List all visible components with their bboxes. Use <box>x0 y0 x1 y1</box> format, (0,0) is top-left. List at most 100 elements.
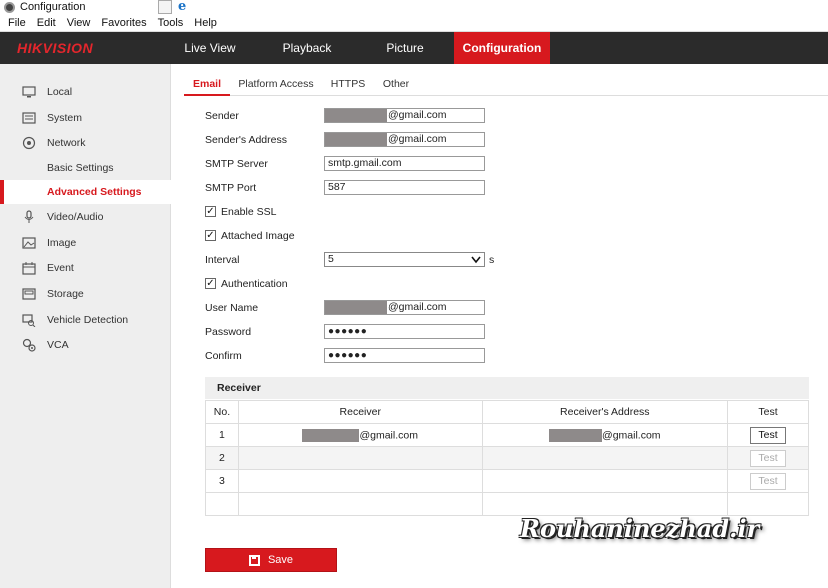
nav-live-view[interactable]: Live View <box>172 32 248 64</box>
test-button[interactable]: Test <box>750 426 787 444</box>
sender-address-row: Sender's Address @gmail.com <box>205 132 495 148</box>
username-label: User Name <box>205 302 259 314</box>
tab-platform-access[interactable]: Platform Access <box>238 72 314 96</box>
test-cell: Test <box>727 423 809 447</box>
menu-file[interactable]: File <box>8 17 26 29</box>
empty-cell <box>481 492 729 516</box>
test-cell: Test <box>727 446 809 470</box>
new-tab-icon[interactable] <box>158 0 172 14</box>
row-number: 1 <box>205 423 239 447</box>
microphone-icon <box>22 210 36 223</box>
receiver-name-cell[interactable] <box>237 446 483 470</box>
empty-cell <box>237 492 483 516</box>
receiver-address-cell[interactable] <box>481 469 729 493</box>
menu-favorites[interactable]: Favorites <box>101 17 146 29</box>
internet-explorer-icon[interactable]: e <box>178 0 186 13</box>
nav-configuration[interactable]: Configuration <box>454 32 550 64</box>
tab-email[interactable]: Email <box>184 72 230 96</box>
nav-playback[interactable]: Playback <box>268 32 346 64</box>
test-button: Test <box>750 449 787 467</box>
table-row: 2 Test <box>205 446 809 470</box>
receiver-address-cell[interactable] <box>481 446 729 470</box>
redacted-block <box>325 301 387 314</box>
row-number: 3 <box>205 469 239 493</box>
redacted-block <box>325 133 387 146</box>
column-header-address: Receiver's Address <box>481 400 729 424</box>
sidebar-item-event[interactable]: Event <box>0 256 171 280</box>
interval-value: 5 <box>328 253 334 265</box>
column-header-receiver: Receiver <box>237 400 483 424</box>
password-row: Password ●●●●●● <box>205 324 495 340</box>
receiver-name-cell[interactable]: @gmail.com <box>237 423 483 447</box>
save-button-label: Save <box>267 554 294 566</box>
menu-view[interactable]: View <box>67 17 91 29</box>
tab-other[interactable]: Other <box>380 72 412 96</box>
receiver-table: No. Receiver Receiver's Address Test 1 @… <box>205 400 809 516</box>
empty-cell <box>727 492 809 516</box>
sidebar-item-label: Basic Settings <box>47 162 114 174</box>
attached-image-label: Attached Image <box>221 230 295 242</box>
sidebar-item-storage[interactable]: Storage <box>0 282 171 306</box>
sidebar-item-label: Vehicle Detection <box>47 314 129 326</box>
save-button[interactable]: Save <box>205 548 337 572</box>
image-icon <box>22 237 36 249</box>
authentication-label: Authentication <box>221 278 288 290</box>
table-row: 1 @gmail.com @gmail.com Test <box>205 423 809 447</box>
password-input[interactable]: ●●●●●● <box>324 324 485 339</box>
sender-address-label: Sender's Address <box>205 134 287 146</box>
smtp-server-label: SMTP Server <box>205 158 268 170</box>
sidebar-item-label: Image <box>47 237 77 249</box>
menu-help[interactable]: Help <box>194 17 217 29</box>
confirm-row: Confirm ●●●●●● <box>205 348 495 364</box>
browser-app-icon <box>4 1 15 13</box>
test-button: Test <box>750 472 787 490</box>
enable-ssl-label: Enable SSL <box>221 206 277 218</box>
sidebar-item-system[interactable]: System <box>0 106 171 130</box>
browser-menu-bar: File Edit View Favorites Tools Help <box>0 14 828 32</box>
empty-cell <box>205 492 239 516</box>
authentication-checkbox[interactable]: ✓ <box>205 278 216 289</box>
sender-input[interactable]: @gmail.com <box>324 108 485 123</box>
smtp-port-row: SMTP Port 587 <box>205 180 495 196</box>
receiver-address-cell[interactable]: @gmail.com <box>481 423 729 447</box>
tab-https[interactable]: HTTPS <box>328 72 368 96</box>
table-row: 3 Test <box>205 469 809 493</box>
sidebar-item-label: Local <box>47 86 73 98</box>
menu-edit[interactable]: Edit <box>37 17 56 29</box>
sidebar-item-label: Advanced Settings <box>47 186 142 198</box>
sidebar-item-basic-settings[interactable]: Basic Settings <box>0 156 171 180</box>
sender-row: Sender @gmail.com <box>205 108 495 124</box>
sidebar-item-image[interactable]: Image <box>0 231 171 255</box>
sidebar-item-label: Storage <box>47 288 84 300</box>
confirm-password-input[interactable]: ●●●●●● <box>324 348 485 363</box>
receiver-name-cell[interactable] <box>237 469 483 493</box>
username-input[interactable]: @gmail.com <box>324 300 485 315</box>
receiver-section-title: Receiver <box>217 382 261 394</box>
menu-tools[interactable]: Tools <box>158 17 184 29</box>
username-row: User Name @gmail.com <box>205 300 495 316</box>
sidebar-item-video-audio[interactable]: Video/Audio <box>0 205 171 229</box>
smtp-server-input[interactable]: smtp.gmail.com <box>324 156 485 171</box>
attached-image-checkbox[interactable]: ✓ <box>205 230 216 241</box>
enable-ssl-checkbox[interactable]: ✓ <box>205 206 216 217</box>
smtp-port-input[interactable]: 587 <box>324 180 485 195</box>
sidebar-item-vehicle-detection[interactable]: Vehicle Detection <box>0 308 171 332</box>
sidebar-item-vca[interactable]: VCA <box>0 333 171 357</box>
password-label: Password <box>205 326 252 338</box>
sender-address-input[interactable]: @gmail.com <box>324 132 485 147</box>
confirm-label: Confirm <box>205 350 242 362</box>
interval-select[interactable]: 5 <box>324 252 485 267</box>
redacted-block <box>325 109 387 122</box>
sidebar-item-network[interactable]: Network <box>0 131 171 155</box>
sidebar-item-local[interactable]: Local <box>0 80 171 104</box>
smtp-port-label: SMTP Port <box>205 182 257 194</box>
sidebar-item-advanced-settings[interactable]: Advanced Settings <box>0 180 171 204</box>
storage-icon <box>22 288 36 300</box>
sidebar-item-label: System <box>47 112 83 124</box>
sender-label: Sender <box>205 110 239 122</box>
watermark-text: Rouhaninezhad.ir <box>520 514 760 543</box>
interval-label: Interval <box>205 254 240 266</box>
nav-picture[interactable]: Picture <box>372 32 438 64</box>
hikvision-logo: HIKVISION <box>17 40 94 56</box>
row-number: 2 <box>205 446 239 470</box>
